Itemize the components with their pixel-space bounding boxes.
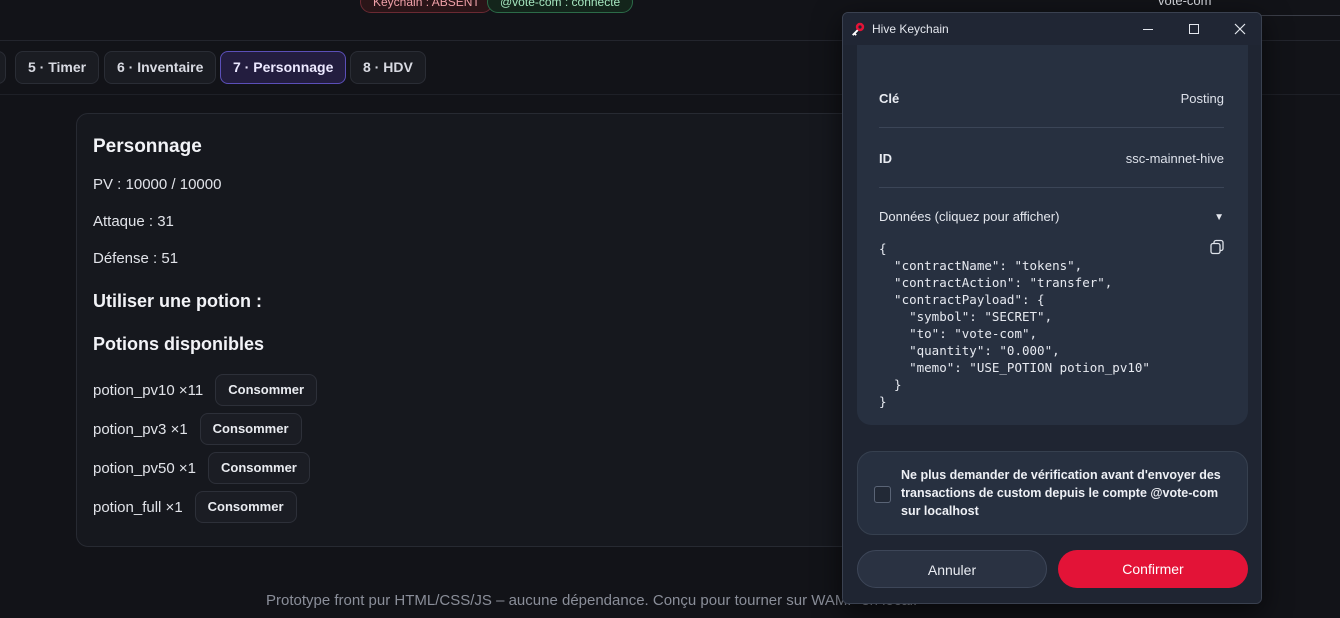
minimize-button[interactable]	[1125, 13, 1171, 45]
remember-checkbox[interactable]	[874, 486, 891, 503]
confirm-button[interactable]: Confirmer	[1058, 550, 1248, 588]
hive-keychain-logo-icon	[852, 22, 865, 36]
minimize-icon	[1142, 28, 1153, 30]
remember-option-panel: Ne plus demander de vérification avant d…	[857, 451, 1248, 535]
keychain-window: Hive Keychain Clé Posting ID ssc-mainnet…	[842, 12, 1262, 604]
consume-button[interactable]: Consommer	[215, 374, 318, 406]
data-toggle-label: Données (cliquez pour afficher)	[879, 209, 1060, 224]
maximize-button[interactable]	[1171, 13, 1217, 45]
account-status-badge: @vote-com : connecté	[487, 0, 634, 13]
consume-button[interactable]: Consommer	[208, 452, 310, 484]
attack-stat: Attaque : 31	[93, 213, 174, 230]
tab-hdv[interactable]: 8 · HDV	[350, 51, 426, 84]
keychain-status-badge: Keychain : ABSENT	[360, 0, 493, 13]
consume-button[interactable]: Consommer	[199, 413, 302, 445]
defense-stat: Défense : 51	[93, 250, 179, 267]
potion-label: potion_pv50 ×1	[93, 459, 197, 477]
tab-personnage[interactable]: 7 · Personnage	[220, 51, 347, 84]
id-label: ID	[879, 151, 892, 166]
remember-checkbox-label: Ne plus demander de vérification avant d…	[901, 468, 1221, 518]
potions-heading: Potions disponibles	[93, 334, 265, 354]
close-button[interactable]	[1217, 13, 1261, 45]
json-data: { "contractName": "tokens", "contractAct…	[879, 241, 1150, 409]
list-item: potion_pv50 ×1 Consommer	[93, 452, 310, 484]
consume-button[interactable]: Consommer	[194, 491, 297, 523]
tab-previous-partial[interactable]	[0, 51, 6, 84]
potion-label: potion_full ×1	[93, 498, 183, 516]
close-icon	[1234, 23, 1246, 35]
data-toggle[interactable]: Données (cliquez pour afficher) ▼	[879, 209, 1224, 224]
keychain-body: Clé Posting ID ssc-mainnet-hive Données …	[843, 45, 1261, 603]
use-potion-heading: Utiliser une potion :	[93, 291, 262, 311]
id-value: ssc-mainnet-hive	[1125, 151, 1224, 166]
maximize-icon	[1188, 23, 1199, 34]
cancel-button[interactable]: Annuler	[857, 550, 1047, 588]
key-label: Clé	[879, 91, 900, 106]
window-title: Hive Keychain	[872, 22, 949, 36]
tab-inventaire[interactable]: 6 · Inventaire	[104, 51, 217, 84]
caret-down-icon: ▼	[1214, 212, 1224, 223]
id-row: ID ssc-mainnet-hive	[879, 130, 1224, 188]
list-item: potion_pv10 ×11 Consommer	[93, 374, 318, 406]
character-title: Personnage	[93, 136, 202, 157]
hp-stat: PV : 10000 / 10000	[93, 176, 222, 193]
key-value: Posting	[1180, 91, 1224, 106]
potion-label: potion_pv3 ×1	[93, 420, 188, 438]
character-card: Personnage PV : 10000 / 10000 Attaque : …	[76, 113, 876, 547]
window-titlebar[interactable]: Hive Keychain	[843, 13, 1261, 45]
footer-text: Prototype front pur HTML/CSS/JS – aucune…	[266, 592, 918, 609]
tab-timer[interactable]: 5 · Timer	[15, 51, 100, 84]
copy-icon[interactable]	[1209, 239, 1225, 255]
transaction-details-panel: Clé Posting ID ssc-mainnet-hive Données …	[857, 45, 1248, 425]
potion-label: potion_pv10 ×11	[93, 381, 204, 399]
key-row: Clé Posting	[879, 70, 1224, 128]
list-item: potion_full ×1 Consommer	[93, 491, 297, 523]
list-item: potion_pv3 ×1 Consommer	[93, 413, 302, 445]
